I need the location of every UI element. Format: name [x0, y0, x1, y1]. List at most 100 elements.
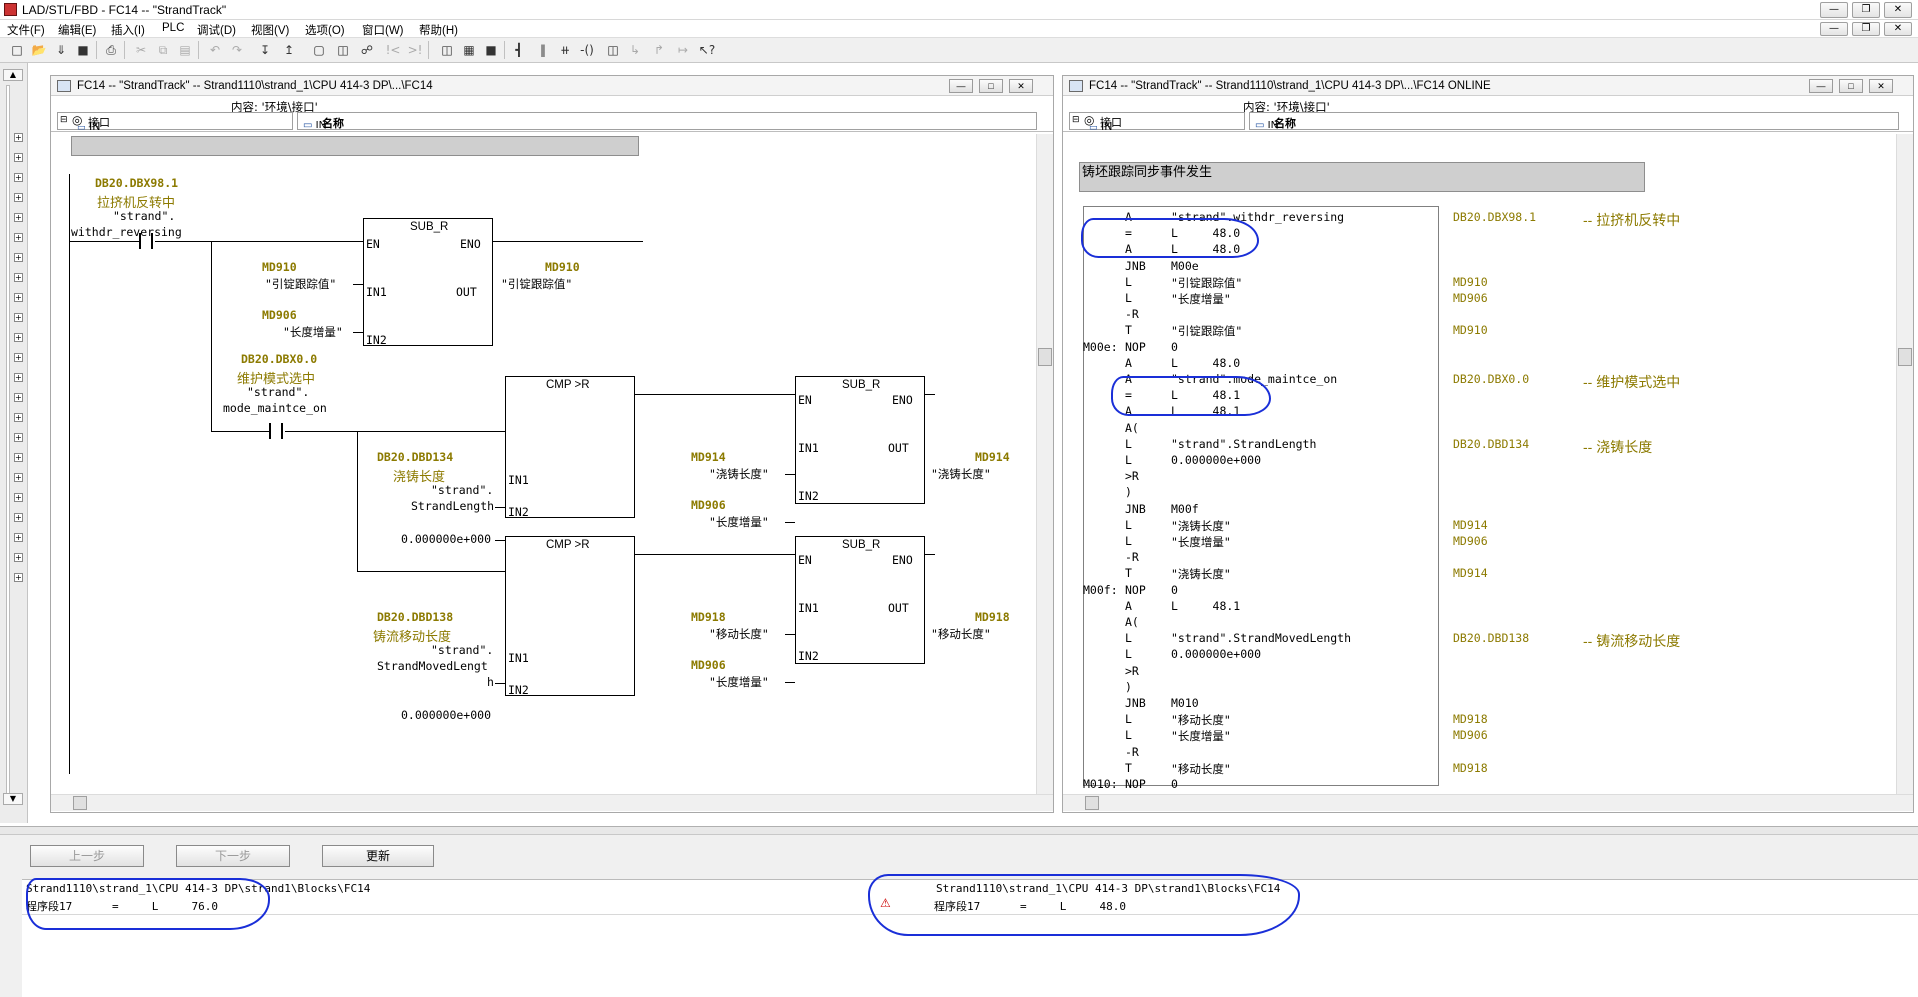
expand-icon[interactable]: +	[14, 253, 23, 262]
refresh-button[interactable]: 更新	[322, 845, 434, 867]
contact1[interactable]	[139, 233, 153, 249]
collapse-icon[interactable]: ⊟	[1072, 115, 1080, 125]
copy-icon[interactable]: ⧉	[154, 41, 172, 59]
stl-row[interactable]	[1063, 550, 1893, 566]
close-button[interactable]: ✕	[1884, 2, 1912, 18]
expand-icon[interactable]: +	[14, 293, 23, 302]
lad-vscroll-thumb[interactable]	[1038, 348, 1052, 366]
expand-icon[interactable]: +	[14, 153, 23, 162]
expand-icon[interactable]: +	[14, 473, 23, 482]
expand-icon[interactable]: +	[14, 413, 23, 422]
stl-row[interactable]	[1063, 615, 1893, 631]
stl-row[interactable]	[1063, 469, 1893, 485]
stl-row[interactable]	[1063, 340, 1893, 356]
new-icon[interactable]: □	[8, 41, 26, 59]
expand-icon[interactable]: +	[14, 373, 23, 382]
coil-icon[interactable]: -()	[578, 41, 596, 59]
stl-close-button[interactable]: ✕	[1869, 79, 1893, 93]
contact2[interactable]	[269, 423, 283, 439]
upload-block-icon[interactable]: ↥	[280, 41, 298, 59]
expand-icon[interactable]: +	[14, 173, 23, 182]
stl-row[interactable]	[1063, 680, 1893, 696]
tree-child-row[interactable]: ▭ IN	[1089, 120, 1113, 133]
expand-icon[interactable]: +	[14, 233, 23, 242]
connection-icon[interactable]: ↦	[674, 41, 692, 59]
stl-hscroll-thumb[interactable]	[1085, 796, 1099, 810]
lad-vertical-scrollbar[interactable]	[1036, 134, 1053, 794]
menu-plc[interactable]: PLC	[162, 22, 184, 34]
stl-minimize-button[interactable]: —	[1809, 79, 1833, 93]
paste-icon[interactable]: ▤	[176, 41, 194, 59]
overview-icon[interactable]: ◫	[438, 41, 456, 59]
expand-icon[interactable]: +	[14, 453, 23, 462]
collapse-icon[interactable]: ⊟	[60, 115, 68, 125]
lad-minimize-button[interactable]: —	[949, 79, 973, 93]
expand-icon[interactable]: +	[14, 273, 23, 282]
bookmark-icon[interactable]: !<	[384, 41, 402, 59]
expand-icon[interactable]: +	[14, 513, 23, 522]
cmp-block-1[interactable]: CMP >R IN1 IN2	[505, 376, 635, 519]
sub-r-block-3[interactable]: SUB_R EN ENO IN1 OUT IN2	[795, 536, 925, 664]
strip-scroll-up-icon[interactable]: ▲	[3, 69, 23, 81]
network-title-box[interactable]	[71, 136, 639, 156]
stl-row[interactable]	[1063, 485, 1893, 501]
box-icon[interactable]: ◫	[604, 41, 622, 59]
stl-row[interactable]	[1063, 307, 1893, 323]
prev-step-button[interactable]: 上一步	[30, 845, 144, 867]
cut-icon[interactable]: ✂	[132, 41, 150, 59]
stl-row[interactable]	[1063, 583, 1893, 599]
stl-row[interactable]	[1063, 421, 1893, 437]
stl-maximize-button[interactable]: □	[1839, 79, 1863, 93]
expand-icon[interactable]: +	[14, 193, 23, 202]
expand-icon[interactable]: +	[14, 533, 23, 542]
stl-vertical-scrollbar[interactable]	[1896, 134, 1913, 794]
expand-icon[interactable]: +	[14, 313, 23, 322]
sub-r-block-2[interactable]: SUB_R EN ENO IN1 OUT IN2	[795, 376, 925, 504]
reference-icon[interactable]: ☍	[358, 41, 376, 59]
strip-scroll-down-icon[interactable]: ▼	[3, 793, 23, 805]
mdi-minimize-button[interactable]: —	[1820, 22, 1848, 36]
window-icon[interactable]: ▢	[310, 41, 328, 59]
expand-icon[interactable]: +	[14, 213, 23, 222]
next-step-button[interactable]: 下一步	[176, 845, 290, 867]
lad-hscroll-thumb[interactable]	[73, 796, 87, 810]
contact-no-icon[interactable]: ‖	[534, 41, 552, 59]
stl-row[interactable]	[1063, 777, 1893, 793]
network-icon[interactable]: ◫	[334, 41, 352, 59]
stl-horizontal-scrollbar[interactable]	[1063, 794, 1913, 811]
menu-help[interactable]: 帮助(H)	[419, 22, 458, 38]
download-icon[interactable]: ⇓	[52, 41, 70, 59]
table-first-row[interactable]: ▭ IN	[303, 120, 326, 131]
stl-row[interactable]	[1063, 664, 1893, 680]
table-first-row[interactable]: ▭ IN	[1255, 120, 1278, 131]
expand-icon[interactable]: +	[14, 553, 23, 562]
menu-options[interactable]: 选项(O)	[305, 22, 345, 38]
menu-insert[interactable]: 插入(I)	[111, 22, 145, 38]
minimize-button[interactable]: —	[1820, 2, 1848, 18]
menu-file[interactable]: 文件(F)	[7, 22, 45, 38]
tree-child-row[interactable]: ▭ IN	[77, 120, 101, 133]
restore-button[interactable]: ❐	[1852, 2, 1880, 18]
menu-debug[interactable]: 调试(D)	[197, 22, 236, 38]
close-branch-icon[interactable]: ↱	[650, 41, 668, 59]
expand-icon[interactable]: +	[14, 353, 23, 362]
help-pointer-icon[interactable]: ↖?	[698, 41, 716, 59]
open-icon[interactable]: 📂	[30, 41, 48, 59]
expand-icon[interactable]: +	[14, 333, 23, 342]
lad-maximize-button[interactable]: □	[979, 79, 1003, 93]
contact-nc-icon[interactable]: ⧺	[556, 41, 574, 59]
menu-window[interactable]: 窗口(W)	[362, 22, 404, 38]
stl-vscroll-thumb[interactable]	[1898, 348, 1912, 366]
bottom-panel-grip[interactable]	[0, 827, 1918, 835]
stl-row[interactable]	[1063, 745, 1893, 761]
mdi-close-button[interactable]: ✕	[1884, 22, 1912, 36]
expand-icon[interactable]: +	[14, 433, 23, 442]
print-icon[interactable]: ⎙	[102, 41, 120, 59]
expand-icon[interactable]: +	[14, 393, 23, 402]
download-block-icon[interactable]: ↧	[256, 41, 274, 59]
menu-edit[interactable]: 编辑(E)	[58, 22, 96, 38]
network-title-box[interactable]: 铸坯跟踪同步事件发生	[1079, 162, 1645, 192]
undo-icon[interactable]: ↶	[206, 41, 224, 59]
redo-icon[interactable]: ↷	[228, 41, 246, 59]
menu-view[interactable]: 视图(V)	[251, 22, 289, 38]
